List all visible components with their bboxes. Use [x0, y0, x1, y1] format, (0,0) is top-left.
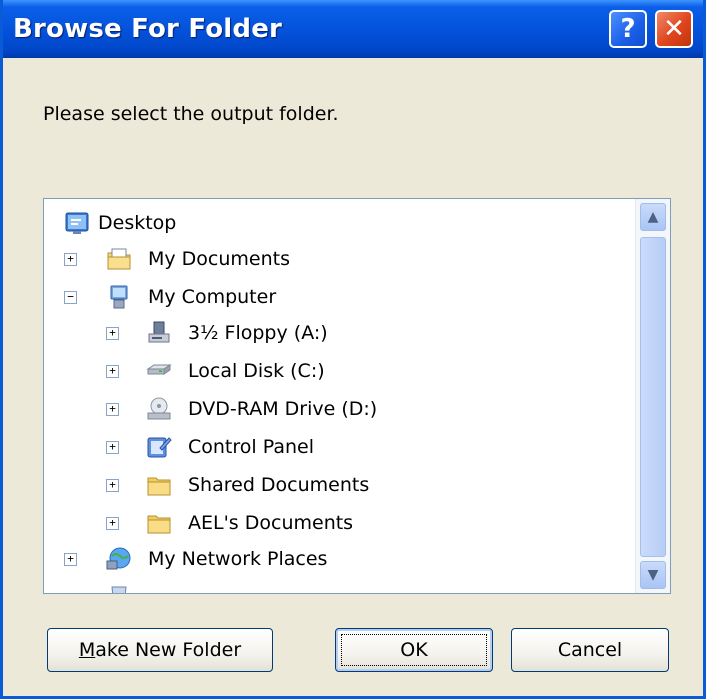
make-new-folder-label-rest: ake New Folder [95, 639, 242, 661]
expand-icon[interactable]: + [106, 403, 119, 416]
focus-rectangle [341, 634, 487, 666]
tree-item-label: My Documents [148, 248, 291, 270]
tree-item-label: Control Panel [188, 436, 314, 458]
tree-item-label: AEL's Documents [188, 512, 354, 534]
expand-icon[interactable]: + [106, 517, 119, 530]
tree-item-local-disk[interactable]: + Local Disk (C:) [44, 353, 638, 389]
tree-item-label: 3½ Floppy (A:) [188, 322, 328, 344]
scroll-up-button[interactable]: ▲ [640, 203, 666, 231]
control-panel-icon [147, 437, 172, 458]
my-documents-icon [107, 248, 131, 270]
folder-tree[interactable]: Desktop + My Documents − My Computer + 3… [43, 198, 671, 594]
browse-for-folder-dialog: Browse For Folder ? ✕ Please select the … [0, 0, 706, 699]
chevron-up-icon: ▲ [647, 209, 659, 225]
tree-item-dvd-drive[interactable]: + DVD-RAM Drive (D:) [44, 391, 638, 427]
tree-item-partial [44, 579, 638, 593]
scroll-down-button[interactable]: ▼ [640, 561, 666, 589]
scroll-thumb[interactable] [640, 237, 666, 557]
tree-item-control-panel[interactable]: + Control Panel [44, 429, 638, 465]
prompt-text: Please select the output folder. [43, 103, 339, 125]
tree-item-aels-documents[interactable]: + AEL's Documents [44, 505, 638, 541]
expand-icon[interactable]: + [106, 479, 119, 492]
tree-item-my-documents[interactable]: + My Documents [44, 241, 638, 277]
expand-icon[interactable]: + [106, 327, 119, 340]
tree-item-floppy[interactable]: + 3½ Floppy (A:) [44, 315, 638, 351]
tree-item-label: Local Disk (C:) [188, 360, 325, 382]
collapse-icon[interactable]: − [64, 291, 77, 304]
floppy-drive-icon [148, 321, 170, 343]
tree-item-label: My Computer [148, 286, 277, 308]
expand-icon[interactable]: + [64, 553, 77, 566]
close-icon: ✕ [663, 14, 685, 44]
tree-item-label: DVD-RAM Drive (D:) [188, 398, 378, 420]
expand-icon[interactable]: + [106, 365, 119, 378]
make-new-folder-label: Make New Folder [79, 639, 241, 661]
close-button[interactable]: ✕ [655, 10, 693, 48]
expand-icon[interactable]: + [106, 441, 119, 454]
mnemonic-letter: M [78, 639, 96, 661]
tree-item-my-computer[interactable]: − My Computer [44, 279, 638, 315]
tree-item-label: Shared Documents [188, 474, 370, 496]
title-bar[interactable]: Browse For Folder ? ✕ [3, 0, 703, 58]
cancel-button[interactable]: Cancel [511, 628, 669, 672]
chevron-down-icon: ▼ [647, 567, 659, 583]
expand-icon[interactable]: + [64, 253, 77, 266]
window-title: Browse For Folder [13, 14, 283, 44]
tree-item-my-network-places[interactable]: + My Network Places [44, 541, 638, 577]
ok-button[interactable]: OK [335, 628, 493, 672]
cancel-label: Cancel [557, 639, 623, 661]
recycle-bin-icon [111, 586, 127, 593]
hard-disk-icon [146, 364, 172, 375]
dvd-drive-icon [147, 397, 171, 420]
tree-item-desktop[interactable]: Desktop [44, 205, 638, 241]
my-computer-icon [110, 285, 128, 309]
help-button[interactable]: ? [609, 10, 647, 48]
network-places-icon [106, 547, 131, 570]
make-new-folder-button[interactable]: Make New Folder [47, 628, 273, 672]
help-icon: ? [620, 14, 636, 44]
tree-item-label: My Network Places [148, 548, 328, 570]
tree-item-shared-documents[interactable]: + Shared Documents [44, 467, 638, 503]
desktop-icon [65, 212, 89, 234]
vertical-scrollbar[interactable]: ▲ ▼ [635, 199, 670, 593]
folder-icon [147, 477, 171, 496]
folder-icon [147, 515, 171, 534]
tree-item-label: Desktop [98, 212, 177, 234]
